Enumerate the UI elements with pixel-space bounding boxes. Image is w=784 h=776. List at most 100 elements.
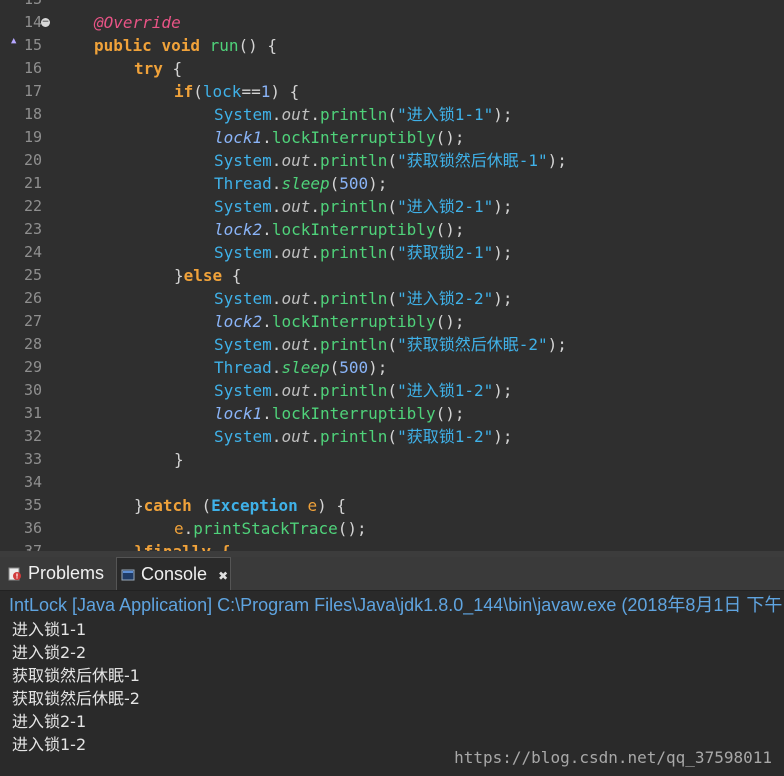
code-line: ▲ 15 public void run() { xyxy=(0,34,784,57)
field-lock1: lock1 xyxy=(214,128,263,147)
method-println: println xyxy=(319,427,388,446)
punctuation: ( xyxy=(387,289,398,308)
method-println: println xyxy=(319,105,388,124)
string-literal: "进入锁2-1" xyxy=(397,197,494,216)
keyword-catch: catch xyxy=(143,496,192,515)
punctuation: ); xyxy=(493,381,513,400)
method-lockinterruptibly: lockInterruptibly xyxy=(271,404,436,423)
punctuation: ); xyxy=(493,197,513,216)
punctuation: (); xyxy=(337,519,367,538)
line-number: 19 xyxy=(23,128,42,146)
code-line: 32 System.out.println("获取锁1-2"); xyxy=(0,425,784,448)
console-output-line: 进入锁1-2 xyxy=(12,735,87,754)
punctuation: ); xyxy=(368,174,388,193)
line-number: 28 xyxy=(23,335,42,353)
method-println: println xyxy=(319,151,388,170)
line-number: 21 xyxy=(23,174,42,192)
punctuation: ( xyxy=(387,335,398,354)
console-output-line: 进入锁2-1 xyxy=(12,712,87,731)
line-number: 37 xyxy=(23,542,42,551)
line-number: 17 xyxy=(23,82,42,100)
variable-e: e xyxy=(307,496,318,515)
field-out: out xyxy=(281,289,311,308)
line-number: 30 xyxy=(23,381,42,399)
code-line: 17 if(lock==1) { xyxy=(0,80,784,103)
keyword-void: void xyxy=(161,36,200,55)
punctuation: . xyxy=(271,174,282,193)
field-out: out xyxy=(281,427,311,446)
code-line: 21 Thread.sleep(500); xyxy=(0,172,784,195)
punctuation: . xyxy=(271,358,282,377)
punctuation: ( xyxy=(387,243,398,262)
keyword-if: if xyxy=(174,82,194,101)
panel-tab-bar: Problems Console ✖ xyxy=(0,557,784,591)
punctuation: . xyxy=(271,243,282,262)
punctuation: . xyxy=(310,381,320,400)
code-line: 22 System.out.println("进入锁2-1"); xyxy=(0,195,784,218)
line-number: 24 xyxy=(23,243,42,261)
console-output-line: 获取锁然后休眠-2 xyxy=(12,689,140,708)
code-line: 36 e.printStackTrace(); xyxy=(0,517,784,540)
punctuation: ( xyxy=(193,82,203,101)
number-literal: 1 xyxy=(260,82,271,101)
tab-console[interactable]: Console ✖ xyxy=(116,557,231,590)
punctuation: ); xyxy=(493,289,513,308)
punctuation: (); xyxy=(435,128,465,147)
punctuation: . xyxy=(271,105,282,124)
class-system: System xyxy=(214,197,272,216)
punctuation: . xyxy=(310,289,320,308)
punctuation: ); xyxy=(368,358,388,377)
close-icon[interactable]: ✖ xyxy=(218,569,228,583)
punctuation: ); xyxy=(493,427,513,446)
punctuation: . xyxy=(310,427,320,446)
string-literal: "获取锁然后休眠-1" xyxy=(397,151,548,170)
code-line: 19 lock1.lockInterruptibly(); xyxy=(0,126,784,149)
method-sleep: sleep xyxy=(281,174,330,193)
code-line: 30 System.out.println("进入锁1-2"); xyxy=(0,379,784,402)
code-editor[interactable]: 13 14 − @Override ▲ 15 public void run()… xyxy=(0,0,784,551)
punctuation: ); xyxy=(547,151,567,170)
line-number: 13 xyxy=(8,0,42,11)
console-process-label: IntLock [Java Application] C:\Program Fi… xyxy=(9,595,783,615)
string-literal: "进入锁1-1" xyxy=(397,105,494,124)
number-literal: 500 xyxy=(339,358,369,377)
code-line: 20 System.out.println("获取锁然后休眠-1"); xyxy=(0,149,784,172)
punctuation: ) { xyxy=(270,82,300,101)
field-lock2: lock2 xyxy=(214,312,263,331)
tab-problems[interactable]: Problems xyxy=(8,557,114,589)
console-output[interactable]: IntLock [Java Application] C:\Program Fi… xyxy=(0,591,784,776)
method-run: run xyxy=(209,36,239,55)
line-number: 23 xyxy=(23,220,42,238)
method-println: println xyxy=(319,243,388,262)
class-system: System xyxy=(214,105,272,124)
punctuation: . xyxy=(262,404,272,423)
string-literal: "获取锁2-1" xyxy=(397,243,494,262)
punctuation: ); xyxy=(493,105,513,124)
field-out: out xyxy=(281,197,311,216)
punctuation: ( xyxy=(387,151,398,170)
keyword-public: public xyxy=(94,36,152,55)
punctuation: . xyxy=(262,312,272,331)
method-lockinterruptibly: lockInterruptibly xyxy=(271,220,436,239)
code-line: 29 Thread.sleep(500); xyxy=(0,356,784,379)
punctuation: . xyxy=(262,128,272,147)
console-icon xyxy=(121,569,135,581)
console-output-line: 进入锁2-2 xyxy=(12,643,87,662)
punctuation: (); xyxy=(435,404,465,423)
punctuation: . xyxy=(310,335,320,354)
punctuation: . xyxy=(310,105,320,124)
punctuation: . xyxy=(271,427,282,446)
method-println: println xyxy=(319,381,388,400)
punctuation: } xyxy=(174,266,184,285)
code-line: 28 System.out.println("获取锁然后休眠-2"); xyxy=(0,333,784,356)
fold-toggle-icon[interactable]: − xyxy=(41,18,50,27)
keyword-finally: }finally { xyxy=(134,542,230,551)
line-number: 14 xyxy=(23,13,42,31)
class-system: System xyxy=(214,289,272,308)
punctuation: . xyxy=(271,151,282,170)
punctuation: ); xyxy=(547,335,567,354)
punctuation: . xyxy=(183,519,194,538)
class-system: System xyxy=(214,381,272,400)
code-line: 16 try { xyxy=(0,57,784,80)
method-println: println xyxy=(319,197,388,216)
